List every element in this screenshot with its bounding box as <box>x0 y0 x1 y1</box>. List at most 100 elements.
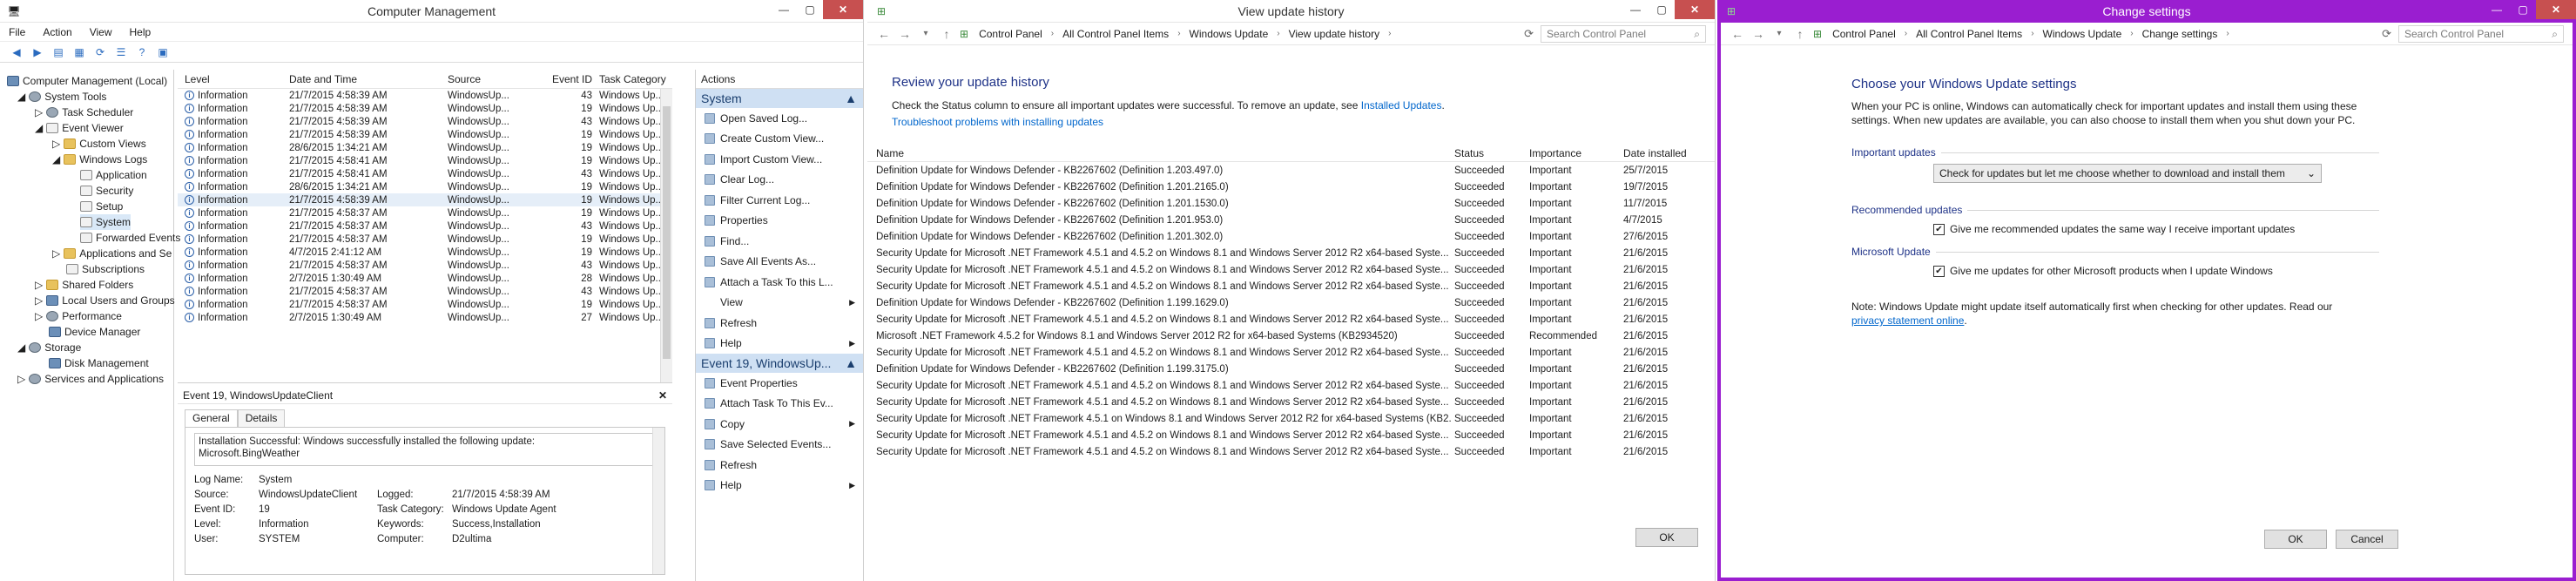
tree-windows-logs[interactable]: ◢ Windows Logs <box>52 152 147 167</box>
forward-arrow-icon[interactable]: ▶ <box>30 44 45 60</box>
table-row[interactable]: i Information 21/7/2015 4:58:39 AM WindowsU… <box>178 115 672 128</box>
cancel-button[interactable]: Cancel <box>2336 530 2398 549</box>
action-item[interactable]: Properties <box>696 211 863 232</box>
ok-button[interactable]: OK <box>1635 528 1698 547</box>
back-arrow-icon[interactable]: ◀ <box>9 44 24 60</box>
col-status[interactable]: Status <box>1451 147 1526 159</box>
action-item[interactable]: Save All Events As... <box>696 252 863 273</box>
breadcrumb-item[interactable]: Windows Update <box>1190 28 1269 40</box>
col-level[interactable]: Level <box>178 73 289 85</box>
search-input[interactable]: Search Control Panel ⌕ <box>1541 25 1706 43</box>
table-row[interactable]: i Information 28/6/2015 1:34:21 AM WindowsU… <box>178 180 672 193</box>
mmc-titlebar[interactable]: 🖥 Computer Management — ▢ ✕ <box>0 0 863 23</box>
close-button[interactable]: ✕ <box>823 0 863 19</box>
table-row[interactable]: Security Update for Microsoft .NET Frame… <box>867 394 1715 410</box>
important-updates-dropdown[interactable]: Check for updates but let me choose whet… <box>1933 164 2322 183</box>
tree-local-users[interactable]: ▷ Local Users and Groups <box>35 293 175 308</box>
breadcrumb-item[interactable]: Control Panel <box>1832 28 1896 40</box>
up-folder-icon[interactable]: ▤ <box>51 44 66 60</box>
table-row[interactable]: Definition Update for Windows Defender -… <box>867 162 1715 179</box>
microsoft-update-checkbox[interactable]: ✔ <box>1933 266 1945 278</box>
action-item[interactable]: Open Saved Log... <box>696 108 863 129</box>
settings-titlebar[interactable]: ⊞ Change settings — ▢ ✕ <box>1717 0 2576 23</box>
history-titlebar[interactable]: ⊞ View update history — ▢ ✕ <box>867 0 1715 23</box>
breadcrumb-separator-icon[interactable]: › <box>1277 29 1279 38</box>
recent-dropdown-icon[interactable]: ▾ <box>1771 29 1787 38</box>
breadcrumb-separator-icon[interactable]: › <box>1051 29 1054 38</box>
action-item[interactable]: Create Custom View... <box>696 129 863 150</box>
privacy-statement-link[interactable]: privacy statement online <box>1851 314 1964 327</box>
refresh-icon[interactable]: ⟳ <box>2382 27 2391 41</box>
table-row[interactable]: i Information 21/7/2015 4:58:37 AM WindowsU… <box>178 206 672 220</box>
breadcrumb-separator-icon[interactable]: › <box>1177 29 1180 38</box>
table-row[interactable]: Security Update for Microsoft .NET Frame… <box>867 311 1715 328</box>
tree-device-manager[interactable]: Device Manager <box>49 324 140 340</box>
minimize-button[interactable]: — <box>1622 0 1649 19</box>
tree-services[interactable]: ▷ Services and Applications <box>17 371 164 387</box>
maximize-button[interactable]: ▢ <box>1649 0 1675 19</box>
properties-icon[interactable]: ☰ <box>113 44 129 60</box>
menu-help[interactable]: Help <box>130 26 152 38</box>
table-row[interactable]: Definition Update for Windows Defender -… <box>867 179 1715 195</box>
action-item[interactable]: Save Selected Events... <box>696 435 863 456</box>
action-item[interactable]: Attach Task To This Ev... <box>696 394 863 415</box>
scroll-thumb[interactable] <box>663 106 671 359</box>
table-row[interactable]: Definition Update for Windows Defender -… <box>867 228 1715 245</box>
breadcrumb-item[interactable]: Control Panel <box>979 28 1042 40</box>
checkbox-label[interactable]: Give me recommended updates the same way… <box>1950 223 2295 235</box>
back-icon[interactable]: ← <box>1730 27 1745 41</box>
up-icon[interactable]: ↑ <box>939 27 954 41</box>
recommended-checkbox[interactable]: ✔ <box>1933 224 1945 236</box>
action-item[interactable]: Clear Log... <box>696 170 863 191</box>
col-event-id[interactable]: Event ID <box>550 73 599 85</box>
table-row[interactable]: i Information 21/7/2015 4:58:41 AM WindowsU… <box>178 167 672 180</box>
col-importance[interactable]: Importance <box>1526 147 1620 159</box>
tab-general[interactable]: General <box>185 409 238 427</box>
table-row[interactable]: Microsoft .NET Framework 4.5.2 for Windo… <box>867 328 1715 344</box>
breadcrumb-item[interactable]: Windows Update <box>2043 28 2122 40</box>
col-date[interactable]: Date installed <box>1620 147 1698 159</box>
tree-storage[interactable]: ◢ Storage <box>17 340 81 355</box>
help-icon[interactable]: ? <box>134 44 150 60</box>
forward-icon[interactable]: → <box>1750 27 1766 41</box>
table-row[interactable]: i Information 21/7/2015 4:58:37 AM WindowsU… <box>178 233 672 246</box>
action-item[interactable]: Refresh <box>696 313 863 334</box>
breadcrumb-item[interactable]: All Control Panel Items <box>1916 28 2022 40</box>
minimize-button[interactable]: — <box>2484 0 2510 19</box>
breadcrumb-separator-icon[interactable]: › <box>2226 29 2229 38</box>
table-row[interactable]: i Information 21/7/2015 4:58:39 AM WindowsU… <box>178 128 672 141</box>
menu-action[interactable]: Action <box>43 26 71 38</box>
search-input[interactable]: Search Control Panel ⌕ <box>2398 25 2564 43</box>
maximize-button[interactable]: ▢ <box>2510 0 2536 19</box>
table-row[interactable]: i Information 21/7/2015 4:58:37 AM WindowsU… <box>178 285 672 298</box>
table-row[interactable]: i Information 4/7/2015 2:41:12 AM WindowsUp… <box>178 246 672 259</box>
tree-security[interactable]: Security <box>80 183 133 199</box>
minimize-button[interactable]: — <box>771 0 797 19</box>
table-row[interactable]: i Information 21/7/2015 4:58:37 AM WindowsU… <box>178 259 672 272</box>
table-row[interactable]: i Information 21/7/2015 4:58:39 AM WindowsU… <box>178 193 672 206</box>
tree-task-scheduler[interactable]: ▷ Task Scheduler <box>35 105 133 120</box>
menu-file[interactable]: File <box>9 26 25 38</box>
breadcrumb-item[interactable]: Change settings <box>2142 28 2218 40</box>
table-row[interactable]: i Information 28/6/2015 1:34:21 AM WindowsU… <box>178 141 672 154</box>
action-item[interactable]: Import Custom View... <box>696 149 863 170</box>
table-row[interactable]: Security Update for Microsoft .NET Frame… <box>867 278 1715 294</box>
table-row[interactable]: Definition Update for Windows Defender -… <box>867 195 1715 212</box>
action-item[interactable]: Filter Current Log... <box>696 190 863 211</box>
action-item[interactable]: Copy ▶ <box>696 414 863 435</box>
action-item[interactable]: Help ▶ <box>696 476 863 497</box>
tree-system[interactable]: System <box>80 214 131 230</box>
tree-system-tools[interactable]: ◢ System Tools <box>17 89 106 105</box>
table-row[interactable]: Security Update for Microsoft .NET Frame… <box>867 427 1715 443</box>
breadcrumb-item[interactable]: All Control Panel Items <box>1062 28 1169 40</box>
tree-shared-folders[interactable]: ▷ Shared Folders <box>35 277 133 293</box>
tree-custom-views[interactable]: ▷ Custom Views <box>52 136 146 152</box>
action-item[interactable]: Attach a Task To this L... <box>696 272 863 293</box>
tree-event-viewer[interactable]: ◢ Event Viewer <box>35 120 124 136</box>
action-item[interactable]: Help ▶ <box>696 334 863 355</box>
table-row[interactable]: i Information 21/7/2015 4:58:37 AM WindowsU… <box>178 298 672 311</box>
table-row[interactable]: Security Update for Microsoft .NET Frame… <box>867 261 1715 278</box>
table-row[interactable]: i Information 2/7/2015 1:30:49 AM WindowsUp… <box>178 311 672 324</box>
actions-section-system[interactable]: System ▲ <box>696 89 863 108</box>
col-date[interactable]: Date and Time <box>289 73 448 85</box>
